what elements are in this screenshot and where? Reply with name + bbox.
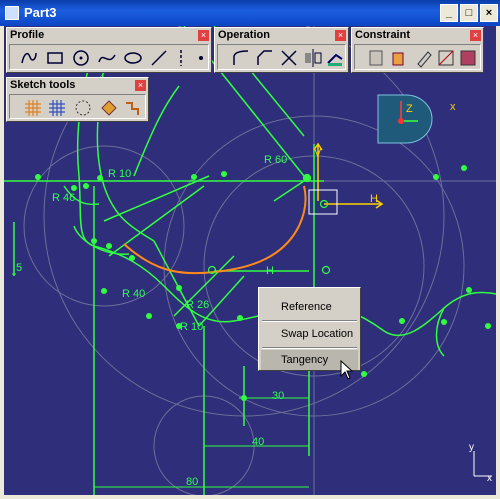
toolbar-operation-title[interactable]: Operation: [215, 28, 348, 43]
maximize-button[interactable]: □: [460, 4, 478, 22]
dim-r26[interactable]: R 26: [186, 299, 209, 311]
toolbar-operation: Operation ×: [214, 27, 349, 73]
title-bar[interactable]: Part3 _ □ ×: [0, 0, 500, 26]
dimensional-constraints-icon[interactable]: [122, 97, 144, 119]
construction-element-icon[interactable]: [72, 97, 94, 119]
geometric-constraints-icon[interactable]: [98, 97, 120, 119]
edit-multi-constraint-icon[interactable]: [457, 47, 479, 69]
toolbar-operation-close[interactable]: ×: [335, 30, 346, 41]
close-button[interactable]: ×: [480, 4, 498, 22]
menu-item-reference[interactable]: Reference: [261, 297, 358, 317]
fix-together-icon[interactable]: [435, 47, 457, 69]
axis-v-label: V: [314, 147, 322, 159]
context-menu: Reference Swap Location Tangency: [258, 287, 361, 371]
rectangle-tool-icon[interactable]: [44, 47, 66, 69]
constraint-tool-icon[interactable]: [389, 47, 411, 69]
trim-tool-icon[interactable]: [278, 47, 300, 69]
mouse-cursor-icon: [340, 360, 354, 380]
line-tool-icon[interactable]: [148, 47, 170, 69]
dim-40[interactable]: 40: [252, 436, 264, 448]
circle-tool-icon[interactable]: [70, 47, 92, 69]
selected-arc: [123, 185, 307, 275]
project-tool-icon[interactable]: [324, 47, 346, 69]
profile-tool-icon[interactable]: [18, 47, 40, 69]
toolbar-sketch-tools-close[interactable]: ×: [135, 80, 146, 91]
snap-to-point-icon[interactable]: [46, 97, 68, 119]
dim-r40[interactable]: R 40: [122, 288, 145, 300]
h-constraint-marker[interactable]: H: [266, 265, 274, 277]
grid-icon[interactable]: [22, 97, 44, 119]
compass-x-label: x: [450, 101, 456, 113]
chamfer-tool-icon[interactable]: [254, 47, 276, 69]
spline-tool-icon[interactable]: [96, 47, 118, 69]
toolbar-constraint-body: [354, 44, 481, 70]
minimize-button[interactable]: _: [440, 4, 458, 22]
triad-y-label: y: [469, 442, 474, 453]
dim-5[interactable]: 5: [16, 262, 22, 274]
constraint-dialog-icon[interactable]: [365, 47, 387, 69]
toolbar-operation-body: [217, 44, 346, 70]
compass-icon: [377, 94, 433, 144]
window-title: Part3: [24, 5, 57, 20]
toolbar-profile-close[interactable]: ×: [198, 30, 209, 41]
dim-r60[interactable]: R 60: [264, 154, 287, 166]
mirror-tool-icon[interactable]: [302, 47, 324, 69]
menu-separator: [262, 347, 357, 349]
dim-r10-top[interactable]: R 10: [108, 168, 131, 180]
ellipse-tool-icon[interactable]: [122, 47, 144, 69]
corner-tool-icon[interactable]: [230, 47, 252, 69]
toolbar-sketch-tools-title[interactable]: Sketch tools: [7, 78, 148, 93]
dim-r10-bottom[interactable]: R 10: [180, 321, 203, 333]
toolbar-sketch-tools-body: [9, 94, 146, 119]
point-markers: [207, 173, 331, 275]
toolbar-profile: Profile ×: [6, 27, 212, 73]
dim-30[interactable]: 30: [272, 390, 284, 402]
toolbar-constraint-title[interactable]: Constraint: [352, 28, 483, 43]
triad-x-label: x: [487, 473, 492, 484]
menu-separator: [262, 320, 357, 322]
compass-z-label: Z: [406, 103, 413, 115]
axis-h-label: H: [370, 193, 378, 205]
point-tool-icon[interactable]: [190, 47, 212, 69]
toolbar-constraint: Constraint ×: [351, 27, 484, 73]
origin-box: [308, 189, 338, 215]
toolbar-profile-body: [9, 44, 209, 70]
contact-constraint-icon[interactable]: [413, 47, 435, 69]
compass-widget[interactable]: Z x: [376, 93, 456, 145]
menu-item-swap-location[interactable]: Swap Location: [261, 324, 358, 344]
dim-r46[interactable]: R 46: [52, 192, 75, 204]
cad-window: Part3 _ □ × R 60 R 10 R 46 R 40 R 26 R 1…: [0, 0, 500, 499]
app-icon: [5, 6, 19, 20]
toolbar-profile-title[interactable]: Profile: [7, 28, 211, 43]
dim-80[interactable]: 80: [186, 476, 198, 488]
toolbar-sketch-tools: Sketch tools ×: [6, 77, 149, 122]
toolbar-constraint-close[interactable]: ×: [470, 30, 481, 41]
axis-tool-icon[interactable]: [170, 47, 192, 69]
